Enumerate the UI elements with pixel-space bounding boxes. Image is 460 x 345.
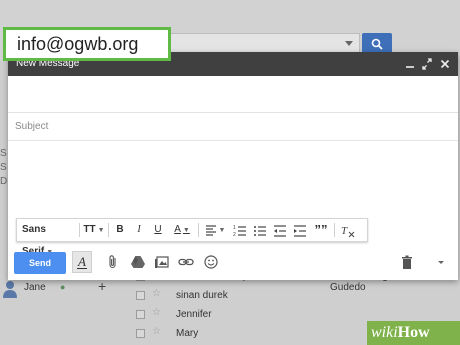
- side-text-fragment: S: [0, 162, 7, 173]
- to-field-value: info@ogwb.org: [17, 34, 139, 54]
- row-checkbox[interactable]: [136, 329, 145, 338]
- align-left-icon: [205, 225, 216, 236]
- toolbar-divider: [334, 223, 335, 237]
- italic-button[interactable]: I: [131, 219, 147, 241]
- insert-link-icon[interactable]: [178, 254, 194, 270]
- send-button[interactable]: Send: [14, 252, 66, 274]
- quote-button[interactable]: ””: [313, 219, 329, 241]
- list-item[interactable]: ☆ sinan durek: [130, 287, 460, 306]
- star-icon[interactable]: ☆: [152, 326, 161, 337]
- row-checkbox[interactable]: [136, 310, 145, 319]
- font-size-label: ΤT: [83, 224, 96, 235]
- svg-text:1: 1: [233, 225, 236, 231]
- star-icon[interactable]: ☆: [152, 288, 161, 299]
- indent-more-button[interactable]: [292, 219, 308, 241]
- row-sender: Mary: [176, 328, 199, 339]
- bold-button[interactable]: B: [112, 219, 128, 241]
- side-text-fragment: D: [0, 176, 8, 187]
- search-options-icon[interactable]: [345, 41, 353, 46]
- row-sender: sinan durek: [176, 290, 228, 301]
- message-body[interactable]: [8, 142, 458, 216]
- bulleted-list-button[interactable]: [252, 219, 268, 241]
- star-icon[interactable]: ☆: [152, 307, 161, 318]
- toolbar-divider: [79, 223, 80, 237]
- more-options-icon[interactable]: [433, 254, 449, 270]
- toolbar-divider: [108, 223, 109, 237]
- indent-less-button[interactable]: [272, 219, 288, 241]
- attach-file-icon[interactable]: [105, 254, 121, 270]
- text-color-button[interactable]: A ▼: [170, 219, 194, 241]
- wikihow-logo: wikiHow: [367, 321, 460, 345]
- underline-button[interactable]: U: [150, 219, 166, 241]
- add-contact-icon[interactable]: +: [98, 278, 106, 294]
- font-family-select[interactable]: Sans Serif▼: [19, 219, 75, 257]
- row-sender: Jennifer: [176, 309, 212, 320]
- watermark-prefix: wiki: [371, 324, 398, 341]
- minimize-icon[interactable]: [403, 56, 417, 72]
- subject-row[interactable]: Subject: [8, 113, 458, 141]
- avatar[interactable]: [2, 280, 18, 298]
- discard-draft-icon[interactable]: [399, 254, 415, 270]
- to-field[interactable]: info@ogwb.org: [3, 27, 171, 61]
- recipients-row[interactable]: [8, 76, 458, 113]
- remove-formatting-icon: T: [341, 225, 355, 238]
- expand-icon[interactable]: [420, 56, 434, 72]
- google-drive-icon[interactable]: [130, 254, 146, 270]
- online-status-icon: ●: [60, 282, 66, 292]
- numbered-list-button[interactable]: 12: [232, 219, 248, 241]
- text-color-label: A: [174, 224, 181, 235]
- svg-text:2: 2: [233, 232, 236, 238]
- formatting-toolbar: Sans Serif▼ ΤT▼ B I U A▼ ▼ 12: [16, 218, 368, 257]
- indent-more-icon: [294, 225, 306, 237]
- insert-photo-icon[interactable]: [154, 254, 170, 270]
- font-size-button[interactable]: ΤT ▼: [83, 219, 105, 241]
- numbered-list-icon: 12: [233, 225, 246, 238]
- bulleted-list-icon: [254, 226, 266, 236]
- contact-name[interactable]: Jane: [24, 282, 46, 293]
- row-checkbox[interactable]: [136, 291, 145, 300]
- indent-less-icon: [274, 225, 286, 237]
- side-text-fragment: S: [0, 148, 7, 159]
- close-icon[interactable]: [438, 56, 452, 72]
- insert-emoji-icon[interactable]: [203, 254, 219, 270]
- remove-formatting-button[interactable]: T: [339, 219, 357, 241]
- subject-field[interactable]: Subject: [15, 121, 48, 132]
- toolbar-divider: [198, 223, 199, 237]
- svg-text:T: T: [341, 225, 348, 237]
- search-icon: [371, 38, 383, 50]
- watermark-suffix: How: [397, 324, 430, 341]
- align-button[interactable]: ▼: [202, 219, 228, 241]
- compose-window: New Message Subject: [8, 52, 458, 280]
- formatting-options-button[interactable]: A: [72, 251, 92, 273]
